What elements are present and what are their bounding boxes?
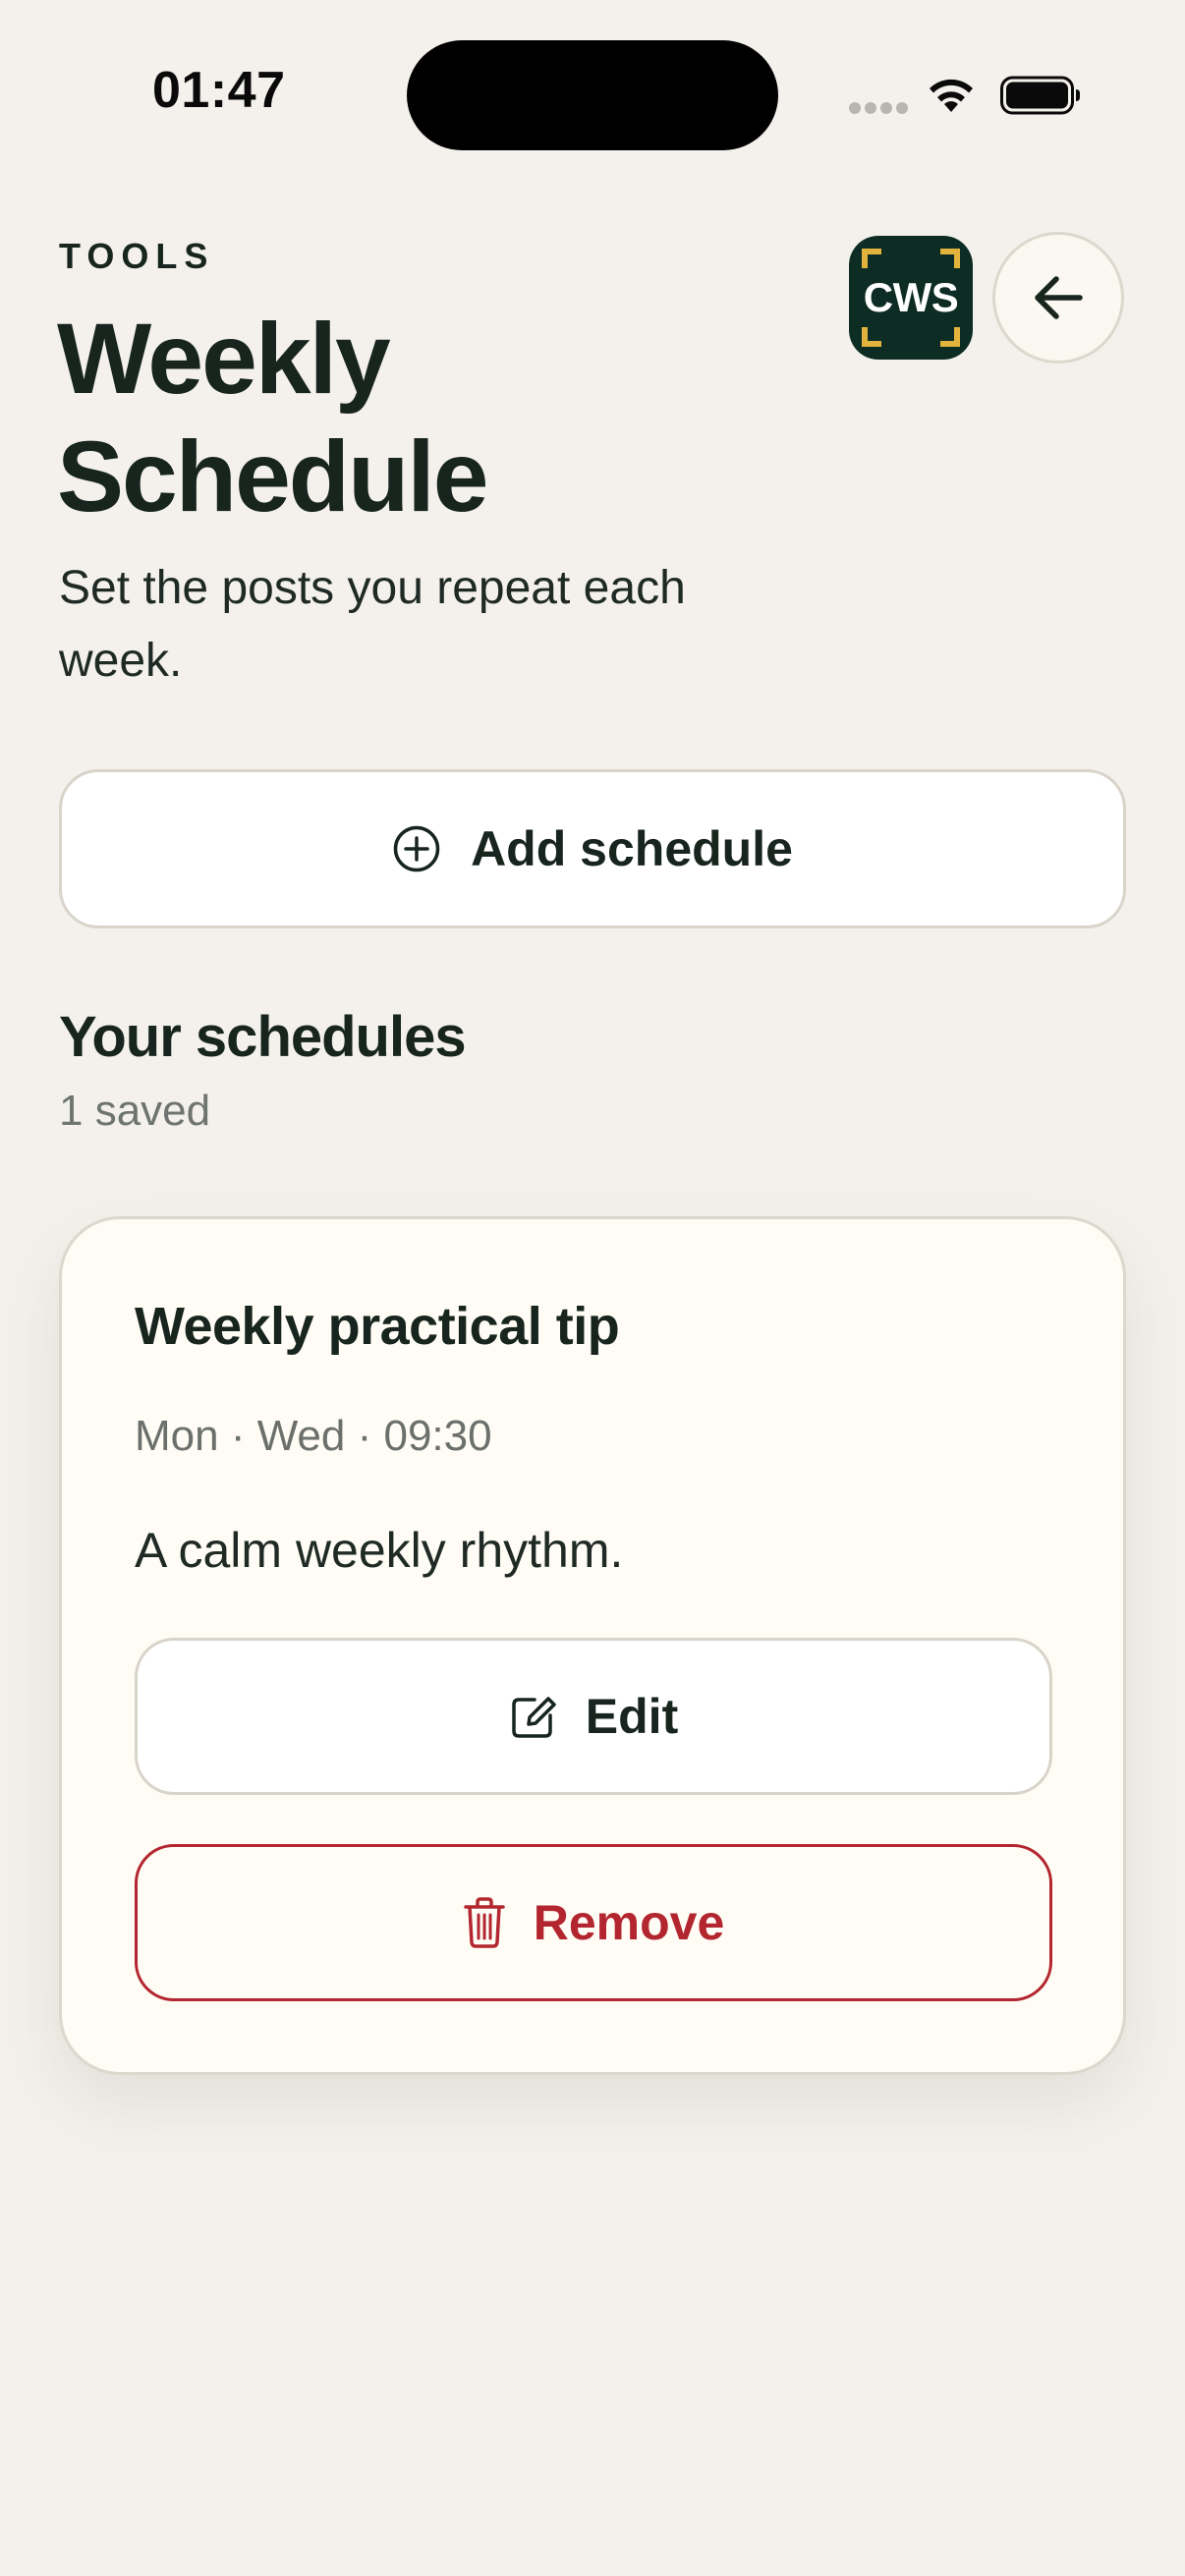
add-schedule-label: Add schedule [471, 821, 793, 876]
status-bar: 01:47 [0, 0, 1185, 167]
schedule-meta: Mon · Wed · 09:30 [135, 1412, 492, 1460]
dynamic-island [407, 40, 778, 150]
section-eyebrow: TOOLS [59, 236, 215, 276]
page-subtitle: Set the posts you repeat each week. [59, 562, 686, 687]
arrow-left-icon [1035, 276, 1083, 319]
section-title: Your schedules [59, 1005, 467, 1069]
logo-text: CWS [863, 274, 959, 320]
edit-square-icon [512, 1697, 556, 1738]
add-schedule-button[interactable]: Add schedule [59, 769, 1126, 928]
edit-button[interactable]: Edit [135, 1638, 1052, 1795]
status-time: 01:47 [152, 62, 286, 119]
schedule-description: A calm weekly rhythm. [135, 1523, 624, 1578]
plus-circle-icon [393, 825, 440, 872]
saved-count: 1 saved [59, 1087, 211, 1135]
remove-button[interactable]: Remove [135, 1844, 1052, 2001]
page-title: Weekly Schedule [57, 303, 488, 532]
wifi-icon [930, 79, 973, 112]
back-button[interactable] [992, 232, 1124, 364]
app-logo: CWS [849, 236, 973, 360]
schedule-card: Weekly practical tip Mon · Wed · 09:30 A… [59, 1216, 1126, 2075]
battery-icon [1000, 76, 1080, 115]
remove-label: Remove [533, 1895, 725, 1950]
trash-icon [463, 1897, 505, 1948]
schedule-title: Weekly practical tip [135, 1297, 620, 1356]
edit-label: Edit [585, 1689, 679, 1744]
signal-icon [849, 102, 908, 116]
